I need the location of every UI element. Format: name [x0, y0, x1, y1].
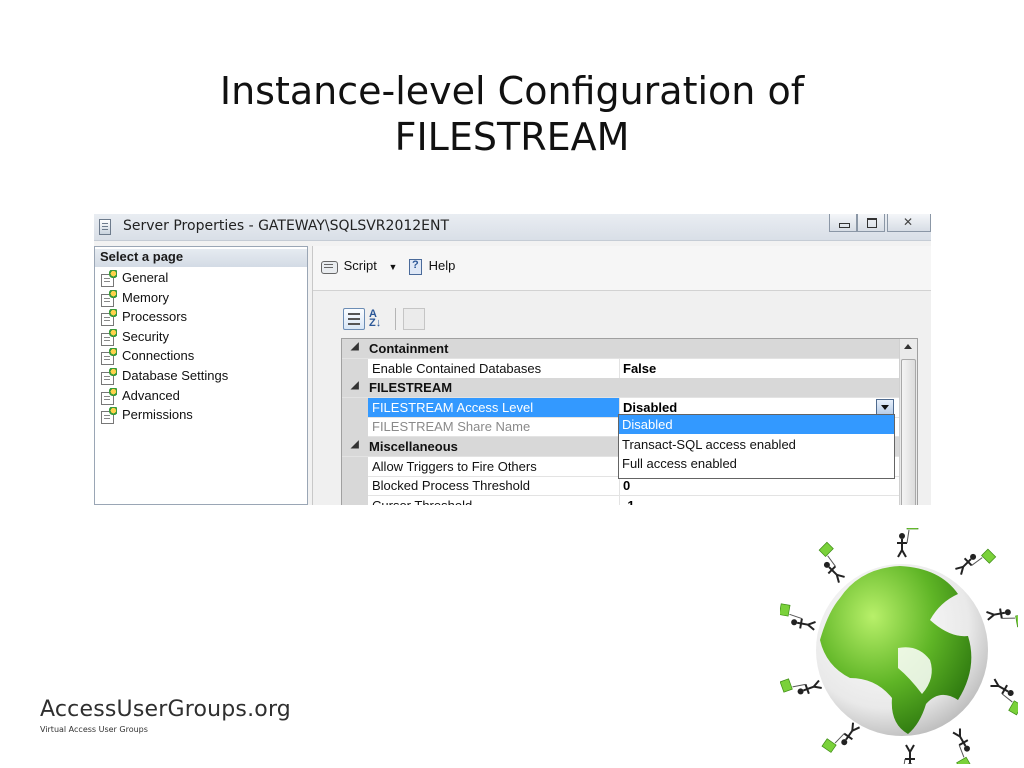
help-icon: [407, 258, 425, 276]
help-label: Help: [428, 258, 456, 273]
grid-property-row[interactable]: Enable Contained Databases False: [342, 358, 899, 379]
person-with-flag-icon: [897, 519, 919, 558]
property-name-cell[interactable]: FILESTREAM Share Name: [368, 417, 620, 437]
globe-icon: [778, 519, 1024, 768]
property-name: FILESTREAM Access Level: [372, 399, 534, 415]
grid-property-row[interactable]: Cursor Threshold -1: [342, 495, 899, 505]
property-name-cell[interactable]: Cursor Threshold: [368, 495, 620, 505]
dropdown-option[interactable]: Disabled: [619, 415, 894, 434]
grid-category-row[interactable]: ◢ Containment: [342, 339, 899, 359]
dropdown-arrow-button[interactable]: [876, 398, 894, 415]
category-label: FILESTREAM: [369, 380, 453, 396]
property-name: Enable Contained Databases: [372, 360, 542, 376]
sidebar-item-label: Connections: [122, 348, 195, 364]
slide-title-line-1: Instance-level Configuration of: [219, 69, 805, 113]
property-name-cell[interactable]: FILESTREAM Access Level: [368, 397, 620, 417]
help-button[interactable]: Help: [407, 258, 456, 276]
collapse-toggle-icon[interactable]: ◢: [351, 341, 359, 352]
property-name: Allow Triggers to Fire Others: [372, 458, 537, 474]
sidebar-item-label: General: [122, 270, 169, 285]
property-page-icon: [101, 289, 117, 307]
property-pages-button[interactable]: [403, 308, 425, 330]
property-page-icon: [101, 309, 117, 327]
person-with-flag-icon: [955, 548, 997, 575]
row-gutter: [342, 417, 368, 438]
dropdown-option[interactable]: Transact-SQL access enabled: [619, 435, 894, 454]
access-level-dropdown-list: Disabled Transact-SQL access enabled Full …: [618, 414, 895, 479]
person-with-flag-icon: [821, 722, 861, 753]
property-name: Blocked Process Threshold: [372, 478, 531, 494]
document-icon: [99, 219, 111, 235]
row-gutter: [342, 495, 368, 505]
accessusergroups-logo: AccessUserGroups.org Virtual Access User…: [40, 697, 291, 734]
collapse-toggle-icon[interactable]: ◢: [351, 439, 359, 450]
person-with-flag-icon: [818, 541, 845, 583]
dropdown-option[interactable]: Full access enabled: [619, 454, 894, 473]
logo-tagline: Virtual Access User Groups: [40, 725, 148, 734]
chevron-down-icon[interactable]: ▼: [388, 262, 397, 272]
toolbar-divider: [395, 308, 396, 330]
property-name: FILESTREAM Share Name: [372, 419, 531, 435]
sidebar-item-label: Database Settings: [122, 368, 229, 383]
property-value[interactable]: False: [623, 361, 656, 376]
sidebar-item-label: Processors: [122, 309, 188, 325]
window-titlebar[interactable]: Server Properties - GATEWAY\SQLSVR2012EN…: [94, 214, 931, 241]
person-with-flag-icon: [779, 678, 822, 695]
properties-pane: Script ▼ Help AZ↓ ◢ Containment Enable Con…: [312, 246, 931, 505]
select-page-pane: Select a page General Memory Processors Sec…: [94, 246, 308, 505]
property-grid: ◢ Containment Enable Contained Databases Fa…: [341, 338, 918, 505]
property-value[interactable]: 0: [623, 478, 630, 493]
property-name-cell[interactable]: Blocked Process Threshold: [368, 476, 620, 496]
property-value[interactable]: Disabled: [623, 400, 677, 415]
slide-title: Instance-level Configuration of FILESTRE…: [0, 68, 1024, 160]
toolbar: Script ▼ Help: [313, 246, 931, 291]
property-value[interactable]: -1: [623, 498, 635, 505]
sidebar-item-label: Memory: [122, 289, 169, 305]
property-page-icon: [101, 368, 117, 385]
sidebar-item-label: Permissions: [122, 407, 193, 423]
grid-property-row[interactable]: Blocked Process Threshold 0: [342, 476, 899, 497]
sidebar-item-label: Advanced: [122, 387, 180, 403]
minimize-button[interactable]: [829, 214, 857, 232]
property-name-cell[interactable]: Enable Contained Databases: [368, 358, 620, 378]
person-with-flag-icon: [986, 608, 1024, 628]
grid-category-row[interactable]: ◢ FILESTREAM: [342, 378, 899, 399]
row-gutter: [342, 358, 368, 379]
select-page-header: Select a page: [95, 249, 307, 267]
property-page-icon: [101, 328, 117, 346]
scroll-up-arrow-icon[interactable]: [904, 344, 912, 349]
person-with-flag-icon: [903, 744, 915, 768]
server-properties-window: Server Properties - GATEWAY\SQLSVR2012EN…: [94, 214, 931, 505]
property-page-icon: [101, 270, 117, 287]
row-gutter: [342, 456, 368, 477]
property-name-cell[interactable]: Allow Triggers to Fire Others: [368, 456, 620, 476]
vertical-scrollbar[interactable]: [899, 339, 917, 505]
script-label: Script: [343, 258, 377, 273]
script-button[interactable]: Script ▼: [320, 258, 397, 275]
row-gutter: [342, 476, 368, 497]
person-with-flag-icon: [952, 728, 972, 768]
scrollbar-thumb[interactable]: [901, 359, 916, 505]
person-with-flag-icon: [778, 603, 816, 631]
slide-title-line-2: FILESTREAM: [394, 115, 630, 159]
globe-illustration: [778, 519, 1024, 768]
property-page-icon: [101, 407, 117, 425]
sort-alphabetical-button[interactable]: A Z↓: [369, 308, 391, 330]
logo-text: AccessUserGroups.org: [40, 697, 291, 722]
property-page-icon: [101, 348, 117, 366]
script-icon: [320, 259, 340, 275]
person-with-flag-icon: [990, 678, 1023, 716]
window-title: Server Properties - GATEWAY\SQLSVR2012EN…: [123, 218, 450, 234]
category-label: Miscellaneous: [369, 439, 458, 454]
row-gutter: [342, 397, 368, 418]
maximize-button[interactable]: [857, 214, 885, 232]
property-name: Cursor Threshold: [372, 498, 472, 505]
category-label: Containment: [369, 341, 449, 356]
sidebar-item-label: Security: [122, 328, 169, 344]
categorized-view-button[interactable]: [343, 308, 365, 330]
collapse-toggle-icon[interactable]: ◢: [351, 380, 359, 391]
property-page-icon: [101, 387, 117, 405]
close-button[interactable]: [887, 214, 931, 232]
